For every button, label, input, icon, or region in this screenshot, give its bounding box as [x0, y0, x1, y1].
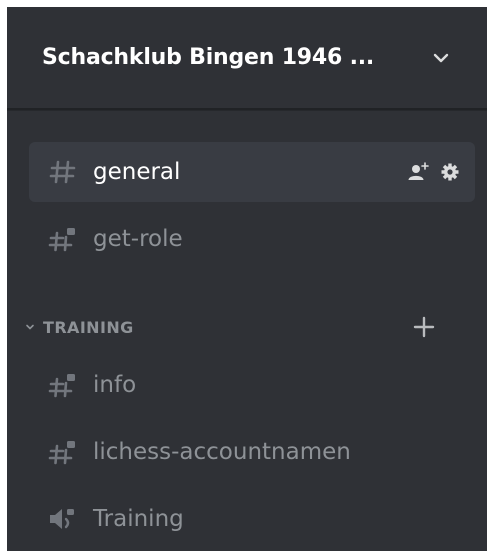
server-header[interactable]: Schachklub Bingen 1946 ...: [7, 7, 487, 110]
channel-general[interactable]: general: [29, 142, 475, 202]
hash-icon: [49, 160, 76, 184]
channel-name: Training: [93, 506, 184, 532]
channel-get-role[interactable]: get-role: [29, 209, 475, 269]
plus-icon[interactable]: [412, 315, 436, 339]
chevron-down-icon[interactable]: [432, 51, 450, 65]
hash-locked-icon: [48, 441, 75, 465]
channel-name: info: [93, 372, 137, 398]
server-name: Schachklub Bingen 1946 ...: [42, 45, 375, 70]
channel-name: get-role: [93, 226, 183, 252]
add-member-icon[interactable]: [407, 161, 429, 183]
category-label: TRAINING: [43, 317, 134, 337]
channel-lichess-accountnamen[interactable]: lichess-accountnamen: [29, 422, 475, 482]
hash-locked-icon: [48, 228, 75, 252]
chevron-down-icon: [26, 324, 34, 330]
category-training[interactable]: TRAINING: [25, 307, 471, 347]
speaker-icon: [50, 509, 74, 529]
channel-sidebar: Schachklub Bingen 1946 ... general get-r…: [7, 7, 487, 551]
gear-icon[interactable]: [439, 161, 461, 183]
channel-info[interactable]: info: [29, 355, 475, 415]
channel-training-voice[interactable]: Training: [29, 489, 475, 549]
hash-locked-icon: [48, 374, 75, 398]
channel-name: general: [93, 159, 181, 185]
channel-name: lichess-accountnamen: [93, 439, 351, 465]
channel-actions: [407, 142, 461, 202]
